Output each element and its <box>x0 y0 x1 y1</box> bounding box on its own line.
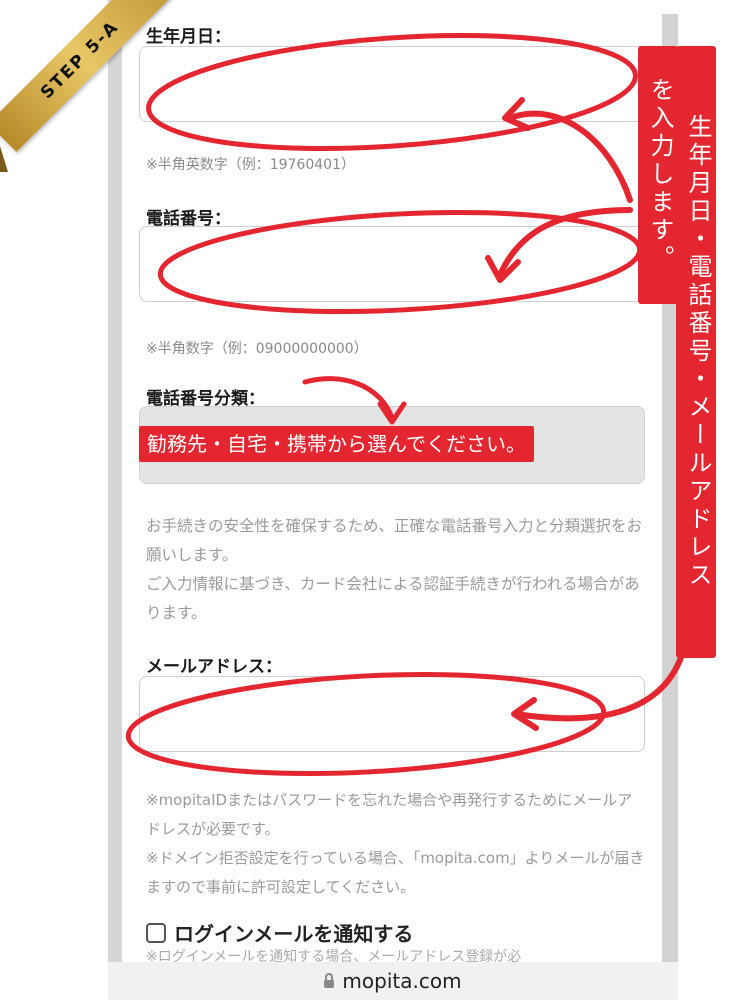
vertical-instruction-right: 生年月日・電話番号・メールアドレス <box>676 46 716 658</box>
phone-input[interactable] <box>139 226 645 302</box>
email-input[interactable] <box>139 676 645 752</box>
phone-hint: ※半角数字（例：09000000000） <box>146 341 368 357</box>
left-gutter <box>108 0 122 962</box>
browser-url-bar[interactable]: mopita.com <box>108 962 678 1000</box>
email-label: メールアドレス： <box>146 657 282 677</box>
url-text: mopita.com <box>342 969 462 993</box>
lock-icon <box>324 973 335 988</box>
login-mail-option[interactable]: ログインメールを通知する <box>146 918 413 947</box>
birthday-label: 生年月日： <box>146 27 231 47</box>
email-note: ※mopitaIDまたはパスワードを忘れた場合や再発行するためにメールアドレスが… <box>146 791 645 896</box>
birthday-input[interactable] <box>139 46 645 122</box>
ribbon-fold <box>0 146 8 172</box>
login-mail-checkbox[interactable] <box>146 922 166 943</box>
login-mail-label: ログインメールを通知する <box>174 922 414 946</box>
phone-type-instruction: 勧務先・自宅・携帯から選んでください。 <box>139 426 534 462</box>
vertical-instruction-left: を入力します。 <box>638 46 678 304</box>
birthday-hint: ※半角英数字（例：19760401） <box>146 157 355 173</box>
security-note: お手続きの安全性を確保するため、正確な電話番号入力と分類選択をお願いします。 ご… <box>146 517 643 622</box>
